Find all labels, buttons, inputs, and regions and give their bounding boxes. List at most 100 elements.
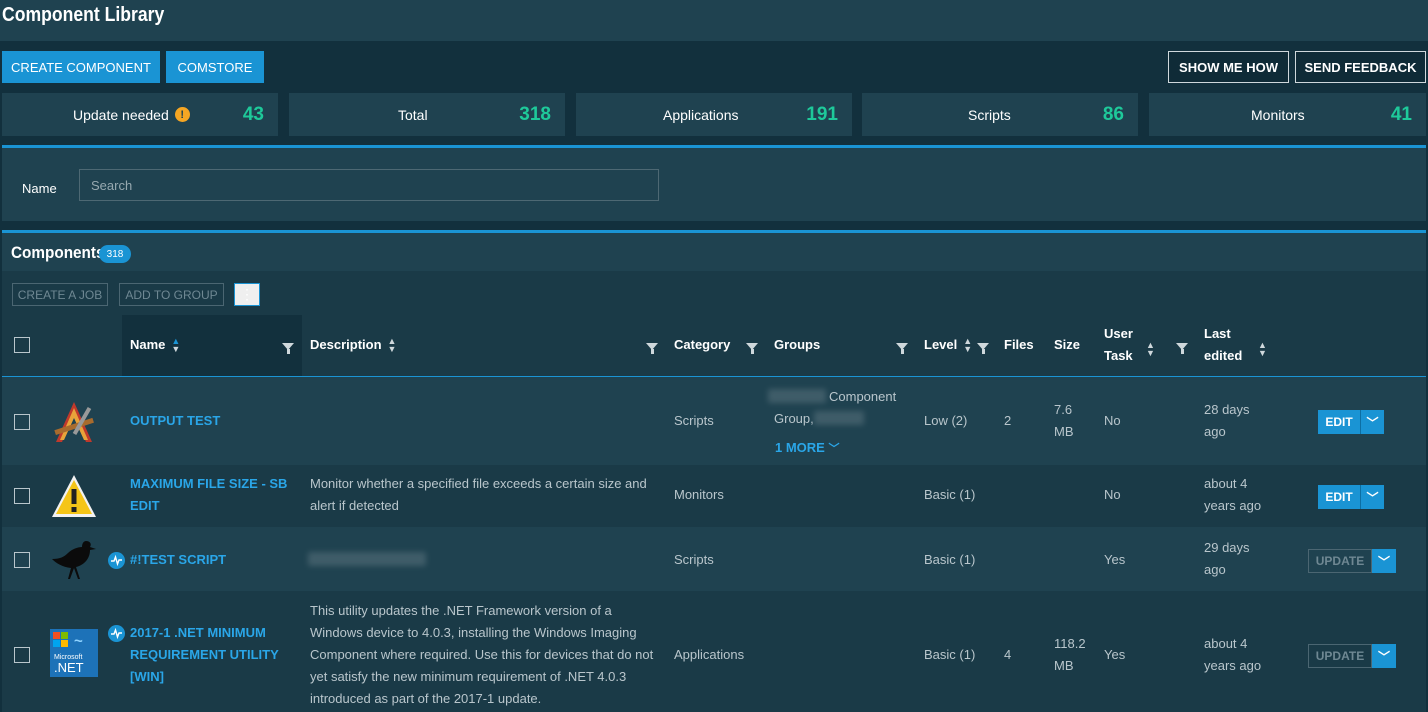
row-checkbox[interactable] <box>14 414 30 430</box>
compiler-tools-icon <box>54 402 94 442</box>
level-cell: Basic (1) <box>924 647 976 662</box>
row-checkbox[interactable] <box>14 488 30 504</box>
component-name-link[interactable]: OUTPUT TEST <box>130 410 220 432</box>
table-row[interactable]: ~ Microsoft .NET 2017-1 .NET MINIMUM REQ… <box>2 591 1426 712</box>
last-edited-cell: ago <box>1204 562 1226 577</box>
search-input[interactable] <box>79 169 659 201</box>
name-filter-label: Name <box>22 181 57 196</box>
stat-monitors[interactable]: Monitors 41 <box>1149 93 1426 136</box>
groups-more-link[interactable]: 1 MORE ﹀ <box>775 437 839 460</box>
filter-category-icon[interactable] <box>746 343 758 354</box>
table-row[interactable]: #!TEST SCRIPT Scripts Basic (1) Yes 29 d… <box>2 527 1426 591</box>
stat-scripts[interactable]: Scripts 86 <box>862 93 1138 136</box>
groups-cell: Group, <box>774 411 814 426</box>
more-actions-button[interactable]: ⋮ <box>234 283 260 306</box>
dotnet-logo-icon: ~ Microsoft .NET <box>50 629 98 677</box>
sort-icon[interactable]: ▲ ▼ <box>1146 341 1155 358</box>
stat-value: 318 <box>519 103 551 125</box>
column-user-task[interactable]: User Task <box>1104 323 1133 367</box>
level-cell: Low (2) <box>924 413 968 428</box>
edit-button[interactable]: EDIT ﹀ <box>1318 410 1384 434</box>
category-cell: Scripts <box>674 413 714 428</box>
stat-update-needed[interactable]: Update needed ! 43 <box>2 93 278 136</box>
groups-cell: Component <box>829 389 897 404</box>
svg-text:.NET: .NET <box>54 660 84 675</box>
component-name-link[interactable]: MAXIMUM FILE SIZE - SB <box>130 473 287 495</box>
files-cell: 2 <box>1004 413 1012 428</box>
add-to-group-button[interactable]: ADD TO GROUP <box>119 283 224 306</box>
create-component-button[interactable]: CREATE COMPONENT <box>2 51 160 83</box>
row-checkbox[interactable] <box>14 552 30 568</box>
files-cell: 4 <box>1004 647 1012 662</box>
stat-label: Scripts <box>968 106 1011 123</box>
description-cell: This utility updates the .NET Framework … <box>310 603 612 618</box>
last-edited-cell: 29 days <box>1204 540 1250 555</box>
send-feedback-button[interactable]: SEND FEEDBACK <box>1295 51 1426 83</box>
size-cell: MB <box>1054 424 1074 439</box>
update-button[interactable]: UPDATE ﹀ <box>1308 549 1396 573</box>
sort-icon: ▲ ▼ <box>387 336 397 354</box>
redacted-text <box>308 552 426 566</box>
column-size: Size <box>1054 337 1081 352</box>
column-level[interactable]: Level ▲ ▼ <box>924 334 972 356</box>
filter-level-icon[interactable] <box>977 343 989 354</box>
chevron-down-icon: ﹀ <box>828 443 840 455</box>
stat-applications[interactable]: Applications 191 <box>576 93 852 136</box>
stat-total[interactable]: Total 318 <box>289 93 565 136</box>
chevron-down-icon[interactable]: ﹀ <box>1372 549 1396 573</box>
filter-groups-icon[interactable] <box>896 343 908 354</box>
component-name-link[interactable]: EDIT <box>130 495 160 517</box>
size-cell: MB <box>1054 658 1074 673</box>
chevron-down-icon[interactable]: ﹀ <box>1372 644 1396 668</box>
show-me-how-button[interactable]: SHOW ME HOW <box>1168 51 1289 83</box>
user-task-cell: No <box>1104 487 1121 502</box>
chevron-down-icon[interactable]: ﹀ <box>1360 485 1384 509</box>
filter-name-icon[interactable] <box>282 343 294 354</box>
select-all-checkbox[interactable] <box>14 337 30 353</box>
title-bar: Component Library <box>0 0 1428 41</box>
last-edited-cell: ago <box>1204 424 1226 439</box>
sort-icon[interactable]: ▲ ▼ <box>1258 341 1267 358</box>
column-description[interactable]: Description ▲ ▼ <box>310 334 396 356</box>
level-cell: Basic (1) <box>924 552 976 567</box>
chevron-down-icon[interactable]: ﹀ <box>1360 410 1384 434</box>
filter-description-icon[interactable] <box>646 343 658 354</box>
stat-label: Total <box>398 106 428 123</box>
edit-button[interactable]: EDIT ﹀ <box>1318 485 1384 509</box>
update-button[interactable]: UPDATE ﹀ <box>1308 644 1396 668</box>
last-edited-cell: years ago <box>1204 498 1262 513</box>
components-toolbar: CREATE A JOB ADD TO GROUP ⋮ <box>2 271 1426 315</box>
dotnet-wave-glyph: ~ <box>74 633 83 650</box>
stat-value: 191 <box>806 103 838 125</box>
last-edited-cell: about 4 <box>1204 476 1248 491</box>
column-category[interactable]: Category <box>674 334 730 356</box>
level-cell: Basic (1) <box>924 487 976 502</box>
create-job-button[interactable]: CREATE A JOB <box>12 283 108 306</box>
stat-label: Monitors <box>1251 106 1305 123</box>
category-cell: Monitors <box>674 487 724 502</box>
stat-label: Update needed <box>73 106 169 123</box>
column-last-edited[interactable]: Last edited <box>1204 323 1242 367</box>
stat-label: Applications <box>663 106 739 123</box>
filter-user-task-icon[interactable] <box>1176 343 1188 354</box>
last-edited-cell: years ago <box>1204 658 1262 673</box>
row-checkbox[interactable] <box>14 647 30 663</box>
component-name-link[interactable]: 2017-1 .NET MINIMUM <box>130 622 266 644</box>
column-name[interactable]: Name ▲ ▼ <box>130 334 180 356</box>
component-name-link[interactable]: #!TEST SCRIPT <box>130 549 226 571</box>
description-cell: Monitor whether a specified file exceeds… <box>310 476 647 491</box>
page-title: Component Library <box>2 4 165 26</box>
table-row[interactable]: OUTPUT TEST Scripts Component Group, 1 M… <box>2 378 1426 465</box>
warning-triangle-icon <box>52 475 96 517</box>
sort-icon: ▲ ▼ <box>171 336 181 354</box>
column-groups[interactable]: Groups <box>774 334 820 356</box>
table-row[interactable]: MAXIMUM FILE SIZE - SB EDIT Monitor whet… <box>2 465 1426 527</box>
description-cell: Component where required. Use this for d… <box>310 647 654 662</box>
components-header: Components 318 <box>2 233 1426 271</box>
components-count-badge: 318 <box>99 245 131 263</box>
comstore-button[interactable]: COMSTORE <box>166 51 264 83</box>
component-name-link[interactable]: [WIN] <box>130 666 164 688</box>
component-name-link[interactable]: REQUIREMENT UTILITY <box>130 644 279 666</box>
last-edited-cell: 28 days <box>1204 402 1250 417</box>
size-cell: 118.2 <box>1054 636 1086 651</box>
